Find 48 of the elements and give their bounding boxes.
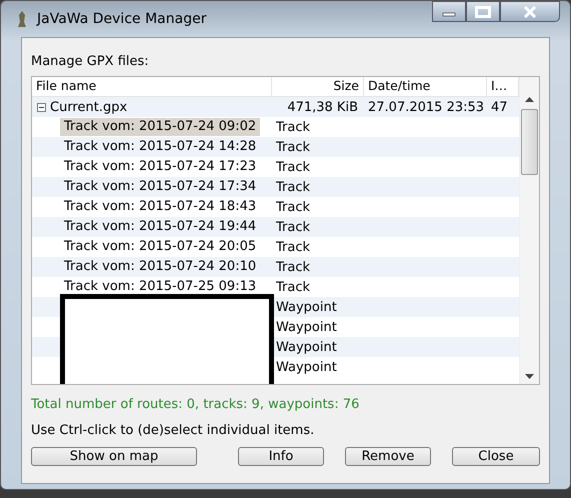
collapse-icon[interactable] <box>37 102 46 112</box>
track-name[interactable]: Track vom: 2015-07-24 20:10 <box>60 258 260 276</box>
file-date: 27.07.2015 23:53 <box>367 100 486 114</box>
hint-text: Use Ctrl-click to (de)select individual items. <box>31 423 316 440</box>
close-button[interactable] <box>500 1 560 22</box>
file-size: 471,38 KiB <box>286 100 359 114</box>
item-type: Track <box>275 280 312 294</box>
maximize-button[interactable] <box>466 1 500 22</box>
scroll-down-icon[interactable] <box>525 374 534 380</box>
section-label: Manage GPX files: <box>31 54 150 71</box>
item-type: Track <box>275 140 312 154</box>
item-type: Track <box>275 160 312 174</box>
file-name[interactable]: Current.gpx <box>50 100 128 114</box>
scroll-up-icon[interactable] <box>525 97 534 103</box>
item-type: Track <box>275 220 312 234</box>
item-type: Waypoint <box>275 340 338 354</box>
item-type: Track <box>275 200 312 214</box>
maximize-icon <box>475 6 491 18</box>
track-name[interactable]: Track vom: 2015-07-25 09:13 <box>60 278 260 296</box>
track-name[interactable]: Track vom: 2015-07-24 20:05 <box>60 238 260 256</box>
track-name[interactable]: Track vom: 2015-07-24 09:02 <box>60 118 260 136</box>
dialog-button[interactable]: Close <box>452 447 540 466</box>
item-type: Track <box>275 120 312 134</box>
track-name[interactable]: Track vom: 2015-07-24 19:44 <box>60 218 260 236</box>
column-header[interactable]: File name <box>32 77 272 96</box>
track-name[interactable]: Track vom: 2015-07-24 14:28 <box>60 138 260 156</box>
item-type: Waypoint <box>275 300 338 314</box>
column-header[interactable]: Size <box>272 77 364 96</box>
track-name[interactable]: Track vom: 2015-07-24 17:34 <box>60 178 260 196</box>
track-name[interactable]: Track vom: 2015-07-24 18:43 <box>60 198 260 216</box>
track-name[interactable]: Track vom: 2015-07-24 17:23 <box>60 158 260 176</box>
scrollbar[interactable] <box>519 77 539 384</box>
item-type: Track <box>275 240 312 254</box>
column-header[interactable]: Date/time <box>364 77 487 96</box>
status-text: Total number of routes: 0, tracks: 9, waypoints: 76 <box>31 397 360 414</box>
dialog-button[interactable]: Info <box>238 447 324 466</box>
close-icon <box>523 6 537 18</box>
app-icon <box>15 10 29 28</box>
item-type: Track <box>275 260 312 274</box>
dialog-button[interactable]: Remove <box>345 447 431 466</box>
item-type: Waypoint <box>275 360 338 374</box>
item-count: 47 <box>490 100 508 114</box>
scroll-thumb[interactable] <box>521 109 538 175</box>
dialog-button[interactable]: Show on map <box>31 447 197 466</box>
item-type: Waypoint <box>275 320 338 334</box>
minimize-button[interactable] <box>432 1 466 22</box>
item-type: Track <box>275 180 312 194</box>
window-title: JaVaWa Device Manager <box>37 11 208 27</box>
